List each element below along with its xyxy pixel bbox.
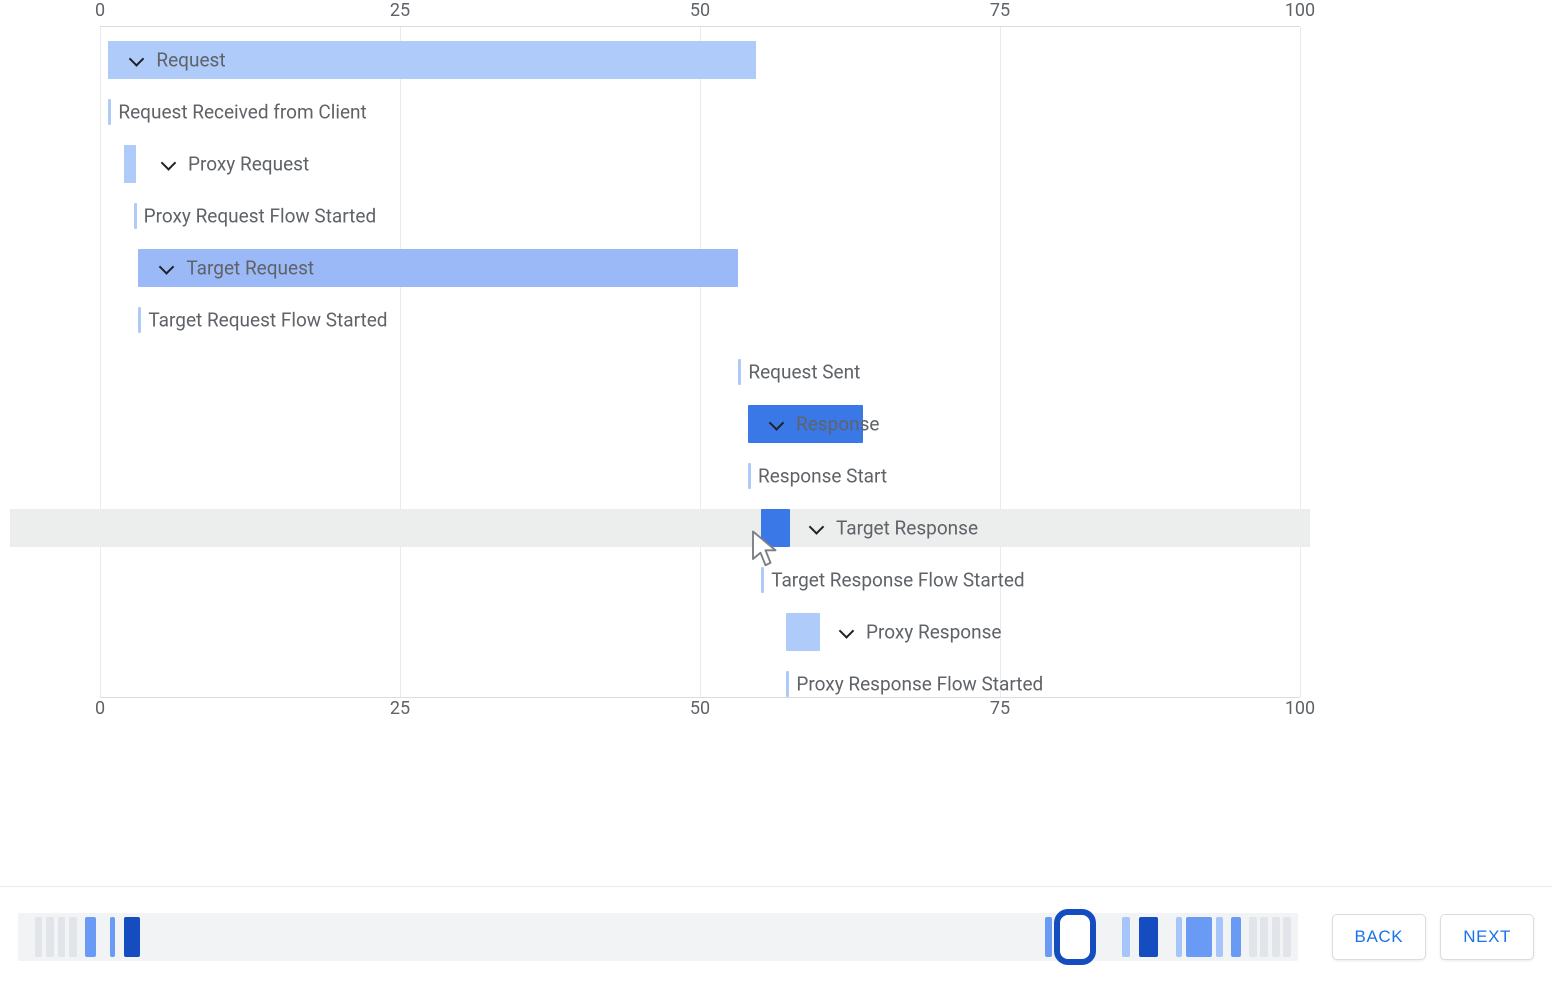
instant-marker [786,671,789,697]
minimap-segment [1139,917,1158,957]
timeline-row-target-resp-flow[interactable]: Target Response Flow Started [10,561,1310,599]
timeline-row-target-response[interactable]: Target Response [10,509,1310,547]
span-label: Target Response Flow Started [771,569,1024,592]
minimap-segment [1260,917,1268,957]
span-label-text: Response [796,413,879,436]
span-label-text: Proxy Response [866,621,1001,644]
minimap-segment [85,917,97,957]
axis-tick-label: 0 [95,698,105,719]
span-label: Request Sent [748,361,860,384]
axis-tick-label: 25 [390,698,410,719]
timeline-plot[interactable]: Request Request Received from Client Proxy… [100,26,1300,698]
chevron-down-icon[interactable] [768,415,786,433]
timeline-row-proxy-request[interactable]: Proxy Request [10,145,1310,183]
span-label: Request Received from Client [118,101,366,124]
span-bar[interactable] [761,509,790,547]
minimap-segment [1216,917,1224,957]
timeline-row-response[interactable]: Response [10,405,1310,443]
span-label-text: Target Request [186,257,314,280]
instant-marker [108,99,111,125]
minimap-segment [1122,917,1130,957]
footer-bar: BACK NEXT [0,886,1552,986]
minimap-segment [124,917,139,957]
span-label: Proxy Request [160,153,309,176]
span-label: Target Request Flow Started [148,309,387,332]
span-label: Response [768,413,879,436]
span-label: Target Request [158,257,314,280]
next-button[interactable]: NEXT [1440,914,1534,960]
timeline-minimap[interactable] [18,913,1298,961]
span-label: Proxy Request Flow Started [144,205,377,228]
span-label: Proxy Response [838,621,1001,644]
axis-tick-label: 100 [1285,698,1315,719]
timeline-row-request-received[interactable]: Request Received from Client [10,93,1310,131]
instant-marker [748,463,751,489]
chevron-down-icon[interactable] [808,519,826,537]
span-label: Request [128,49,225,72]
minimap-cursor[interactable] [1054,909,1096,965]
span-label: Response Start [758,465,887,488]
minimap-segment [1176,917,1182,957]
axis-tick-label: 0 [95,0,105,21]
chevron-down-icon[interactable] [158,259,176,277]
axis-tick-label: 50 [690,0,710,21]
timeline-row-proxy-req-flow[interactable]: Proxy Request Flow Started [10,197,1310,235]
timeline-row-request[interactable]: Request [10,41,1310,79]
span-label: Target Response [808,517,978,540]
axis-tick-label: 25 [390,0,410,21]
minimap-segment [1272,917,1280,957]
minimap-segment [1231,917,1241,957]
timeline-row-request-sent[interactable]: Request Sent [10,353,1310,391]
minimap-segment [1283,917,1291,957]
axis-tick-label: 75 [990,0,1010,21]
span-label-text: Proxy Request [188,153,309,176]
minimap-segment [1186,917,1212,957]
minimap-segment [110,917,115,957]
chevron-down-icon[interactable] [838,623,856,641]
instant-marker [761,567,764,593]
minimap-segment [46,917,54,957]
axis-tick-label: 100 [1285,0,1315,21]
axis-top: 0255075100 [100,4,1300,26]
span-label-text: Request [156,49,225,72]
chevron-down-icon[interactable] [128,51,146,69]
timeline-row-target-req-flow[interactable]: Target Request Flow Started [10,301,1310,339]
minimap-segment [1045,917,1051,957]
chevron-down-icon[interactable] [160,155,178,173]
instant-marker [738,359,741,385]
timeline-row-proxy-response[interactable]: Proxy Response [10,613,1310,651]
span-label-text: Target Response [836,517,978,540]
timeline-row-response-start[interactable]: Response Start [10,457,1310,495]
minimap-segment [58,917,66,957]
span-bar[interactable] [124,145,136,183]
axis-tick-label: 50 [690,698,710,719]
minimap-segment [1249,917,1257,957]
minimap-segment [35,917,43,957]
instant-marker [134,203,137,229]
span-bar[interactable] [786,613,820,651]
instant-marker [138,307,141,333]
span-label: Proxy Response Flow Started [796,673,1043,696]
minimap-segment [69,917,77,957]
axis-tick-label: 75 [990,698,1010,719]
timeline-row-target-request[interactable]: Target Request [10,249,1310,287]
back-button[interactable]: BACK [1332,914,1427,960]
trace-timeline: 0255075100 RequestRequest Received from … [10,0,1340,720]
axis-bottom: 0255075100 [100,698,1300,720]
